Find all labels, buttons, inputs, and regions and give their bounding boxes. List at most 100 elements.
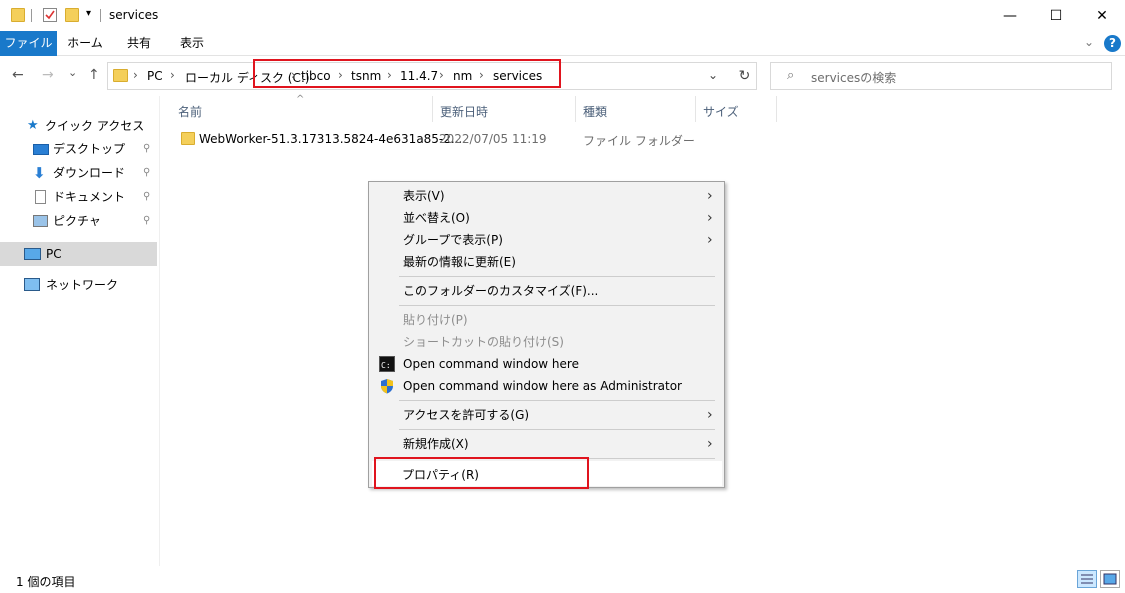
submenu-arrow-icon: ›	[707, 188, 713, 204]
menu-item-label: アクセスを許可する(G)	[403, 408, 530, 422]
back-arrow-icon[interactable]: ←	[12, 67, 24, 83]
menu-item-paste-shortcut: ショートカットの貼り付け(S)	[371, 331, 722, 353]
column-divider[interactable]	[432, 96, 433, 122]
menu-separator	[399, 276, 715, 277]
pin-icon[interactable]: ⚲	[143, 185, 150, 209]
document-icon	[35, 190, 46, 204]
column-divider[interactable]	[776, 96, 777, 122]
context-menu: 表示(V) › 並べ替え(O) › グループで表示(P) › 最新の情報に更新(…	[368, 181, 725, 488]
tab-home[interactable]: ホーム	[61, 31, 109, 56]
download-icon: ⬇	[33, 164, 46, 182]
breadcrumb-pc[interactable]: PC	[147, 69, 163, 83]
properties-check-icon[interactable]	[43, 8, 57, 22]
forward-arrow-icon[interactable]: →	[42, 67, 54, 83]
menu-item-sort[interactable]: 並べ替え(O) ›	[371, 207, 722, 229]
menu-separator	[399, 429, 715, 430]
menu-item-group-by[interactable]: グループで表示(P) ›	[371, 229, 722, 251]
sidebar-item-label: ドキュメント	[53, 190, 126, 204]
menu-item-view[interactable]: 表示(V) ›	[371, 185, 722, 207]
search-box[interactable]: ⌕ servicesの検索	[770, 62, 1112, 90]
sidebar-item-pictures[interactable]: ピクチャ ⚲	[0, 209, 157, 233]
network-icon	[24, 278, 40, 291]
desktop-icon	[33, 144, 49, 155]
recent-locations-icon[interactable]: ⌄	[68, 66, 77, 79]
close-button[interactable]: ✕	[1079, 0, 1125, 31]
file-type: ファイル フォルダー	[583, 134, 695, 148]
pin-icon[interactable]: ⚲	[143, 137, 150, 161]
sidebar-item-desktop[interactable]: デスクトップ ⚲	[0, 137, 157, 161]
menu-item-give-access[interactable]: アクセスを許可する(G) ›	[371, 404, 722, 426]
menu-item-open-cmd[interactable]: C: Open command window here	[371, 353, 722, 375]
submenu-arrow-icon: ›	[707, 210, 713, 226]
menu-item-label: Open command window here	[403, 357, 579, 371]
maximize-button[interactable]: ☐	[1033, 0, 1079, 31]
menu-item-label: 新規作成(X)	[403, 437, 469, 451]
menu-separator	[399, 400, 715, 401]
menu-item-label: グループで表示(P)	[403, 233, 503, 247]
tab-view[interactable]: 表示	[168, 31, 216, 56]
menu-item-label: 並べ替え(O)	[403, 211, 470, 225]
window-title: services	[109, 8, 159, 22]
divider	[100, 9, 101, 22]
menu-separator	[399, 305, 715, 306]
file-modified: 2022/07/05 11:19	[439, 132, 547, 146]
breadcrumb-separator[interactable]: ›	[170, 68, 175, 82]
folder-icon	[11, 8, 25, 22]
breadcrumb-separator[interactable]: ›	[133, 68, 138, 82]
star-icon: ★	[27, 118, 39, 133]
customize-qa-icon[interactable]: ▾	[86, 8, 91, 19]
tab-file[interactable]: ファイル	[0, 31, 57, 56]
pin-icon[interactable]: ⚲	[143, 161, 150, 185]
sidebar-item-downloads[interactable]: ⬇ ダウンロード ⚲	[0, 161, 157, 185]
details-view-button[interactable]	[1077, 570, 1097, 588]
tab-share[interactable]: 共有	[114, 31, 164, 56]
menu-item-paste: 貼り付け(P)	[371, 309, 722, 331]
help-icon[interactable]: ?	[1104, 35, 1121, 52]
pin-icon[interactable]: ⚲	[143, 209, 150, 233]
column-divider[interactable]	[575, 96, 576, 122]
menu-item-label: ショートカットの貼り付け(S)	[403, 335, 564, 349]
menu-item-label: 貼り付け(P)	[403, 313, 468, 327]
submenu-arrow-icon: ›	[707, 436, 713, 452]
column-name[interactable]: 名前	[178, 103, 202, 120]
menu-item-customize-folder[interactable]: このフォルダーのカスタマイズ(F)...	[371, 280, 722, 302]
sidebar-item-network[interactable]: ネットワーク	[0, 273, 157, 297]
sidebar-item-label: PC	[46, 247, 62, 261]
new-folder-icon[interactable]	[65, 8, 79, 22]
address-highlight-box	[253, 59, 561, 88]
column-size[interactable]: サイズ	[703, 103, 739, 120]
up-arrow-icon[interactable]: ↑	[88, 67, 100, 83]
menu-item-label: このフォルダーのカスタマイズ(F)...	[403, 284, 599, 298]
sidebar-item-documents[interactable]: ドキュメント ⚲	[0, 185, 157, 209]
search-input[interactable]: servicesの検索	[811, 69, 896, 86]
submenu-arrow-icon: ›	[707, 407, 713, 423]
address-dropdown-icon[interactable]: ⌄	[708, 68, 718, 82]
menu-item-label: 最新の情報に更新(E)	[403, 255, 516, 269]
svg-text:C:: C:	[381, 361, 391, 370]
status-bar: 1 個の項目	[0, 566, 1125, 593]
navigation-pane: ★ クイック アクセス デスクトップ ⚲ ⬇ ダウンロード ⚲ ドキュメント ⚲…	[0, 96, 160, 566]
refresh-icon[interactable]: ↻	[733, 62, 757, 90]
sidebar-item-label: ピクチャ	[53, 214, 101, 228]
minimize-button[interactable]: —	[987, 0, 1033, 31]
item-count: 1 個の項目	[16, 575, 76, 589]
column-divider[interactable]	[695, 96, 696, 122]
ribbon-expand-icon[interactable]: ⌄	[1084, 35, 1094, 49]
sidebar-item-quick-access[interactable]: ★ クイック アクセス	[0, 114, 157, 138]
properties-highlight-box	[374, 457, 589, 489]
menu-item-open-cmd-admin[interactable]: Open command window here as Administrato…	[371, 375, 722, 397]
folder-icon	[181, 132, 195, 145]
table-row[interactable]: WebWorker-51.3.17313.5824-4e631a85-2... …	[176, 128, 716, 150]
menu-item-refresh[interactable]: 最新の情報に更新(E)	[371, 251, 722, 273]
large-icons-view-button[interactable]	[1100, 570, 1120, 588]
menu-item-label: 表示(V)	[403, 189, 445, 203]
sidebar-item-label: デスクトップ	[53, 142, 126, 156]
pane-divider[interactable]	[159, 96, 160, 566]
sidebar-item-pc[interactable]: PC	[0, 242, 157, 266]
menu-item-new[interactable]: 新規作成(X) ›	[371, 433, 722, 455]
picture-icon	[33, 215, 48, 227]
column-modified[interactable]: 更新日時	[440, 103, 488, 120]
divider	[31, 9, 32, 22]
column-type[interactable]: 種類	[583, 103, 607, 120]
ribbon-tabs: ファイル ホーム 共有 表示 ⌄ ?	[0, 31, 1125, 56]
